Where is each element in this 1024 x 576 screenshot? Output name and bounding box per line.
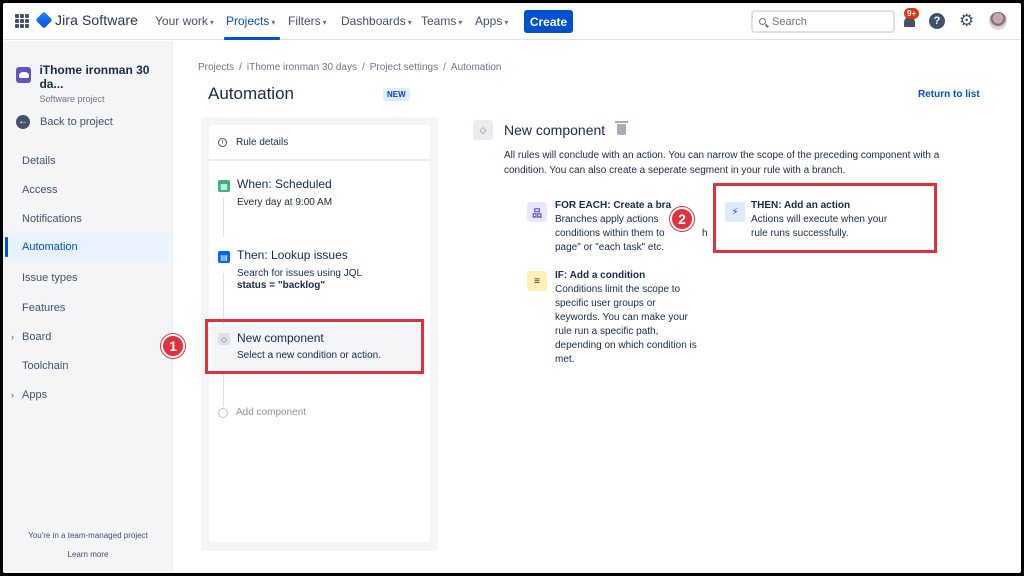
annotation-marker-2: 2 [670,207,694,231]
back-to-project-link[interactable]: ← Back to project [16,115,113,129]
chevron-down-icon: ▾ [504,18,509,27]
annotation-highlight-1 [205,319,424,374]
add-component-dot-icon [218,408,228,418]
learn-more-link[interactable]: Learn more [3,550,173,559]
option-for-each-desc-3: page" or "each task" etc. [555,242,665,253]
return-to-list-link[interactable]: Return to list [918,89,980,100]
trigger-step-subtitle: Every day at 9:00 AM [237,197,333,208]
info-icon: i [218,138,227,147]
trash-icon[interactable] [615,121,628,135]
chevron-down-icon: ▾ [322,18,327,27]
search-field[interactable] [751,10,895,33]
arrow-left-icon: ← [16,115,30,129]
project-type: Software project [39,94,105,104]
nav-teams[interactable]: Teams ▾ [421,14,462,28]
option-if-desc-2: specific user groups or [555,298,656,309]
avatar[interactable] [989,12,1007,30]
component-panel-title: New component [504,122,606,138]
product-name: Jira Software [55,12,138,28]
notifications-button[interactable]: 9+ [901,8,920,30]
connector-line [223,197,224,237]
option-if-desc-3: keywords. You can make your [555,312,688,323]
chevron-down-icon: ▾ [407,18,412,27]
nav-filters[interactable]: Filters ▾ [288,14,327,28]
breadcrumb-projects[interactable]: Projects [198,62,234,73]
option-if-desc-1: Conditions limit the scope to [555,284,681,295]
breadcrumb: Projects / iThome ironman 30 days / Project … [198,62,502,73]
add-component-link[interactable]: Add component [236,407,306,418]
divider [209,159,430,161]
component-icon: ◇ [473,120,493,140]
chevron-right-icon: › [11,332,14,342]
nav-apps[interactable]: Apps ▾ [475,14,508,28]
filter-icon[interactable]: ≡ [527,271,547,291]
nav-dashboards[interactable]: Dashboards ▾ [341,14,412,28]
team-managed-note: You're in a team-managed project [28,531,148,540]
sidebar-item-notifications[interactable]: Notifications [3,205,169,233]
sidebar: iThome ironman 30 da... Software project… [3,41,173,573]
sidebar-item-automation[interactable]: Automation [3,233,169,261]
option-for-each-desc-2: conditions within them to [555,228,665,239]
project-cloud-icon [16,67,32,83]
search-input[interactable] [772,15,882,28]
sidebar-item-features[interactable]: Features [3,294,169,322]
option-if-desc-5: depending on which condition is [555,340,697,351]
sidebar-item-toolchain[interactable]: Toolchain [3,352,169,380]
branch-icon[interactable]: 品 [527,202,547,222]
breadcrumb-automation[interactable]: Automation [451,62,502,73]
option-for-each-title[interactable]: FOR EACH: Create a bra [555,200,671,211]
rule-details-item[interactable]: i Rule details [218,137,288,148]
project-name: iThome ironman 30 da... [39,63,150,91]
option-if-title[interactable]: IF: Add a condition [555,270,645,281]
sidebar-item-details[interactable]: Details [3,147,169,175]
annotation-highlight-2 [713,183,937,253]
option-for-each-desc-1: Branches apply actions [555,214,659,225]
action-step-title[interactable]: Then: Lookup issues [237,248,348,262]
sidebar-item-issue-types[interactable]: Issue types [3,264,169,292]
breadcrumb-project[interactable]: iThome ironman 30 days [247,62,357,73]
option-if-desc-6: met. [555,354,575,365]
option-if-desc-4: rule run a specific path, [555,326,659,337]
action-step-subtitle: Search for issues using JQL [237,268,363,279]
trigger-step-title[interactable]: When: Scheduled [237,177,332,191]
app-window: Jira Software Your work ▾ Projects ▾ Filte… [3,3,1021,573]
breadcrumb-project-settings[interactable]: Project settings [370,62,438,73]
sidebar-item-access[interactable]: Access [3,176,169,204]
top-navigation: Jira Software Your work ▾ Projects ▾ Filte… [3,3,1021,40]
project-header[interactable]: iThome ironman 30 da... Software project [16,63,172,104]
gear-icon[interactable]: ⚙ [959,12,974,30]
sidebar-item-board[interactable]: › Board [3,323,169,351]
search-icon [759,18,766,25]
chevron-right-icon: › [11,390,14,400]
app-switcher-icon[interactable] [15,14,29,28]
chevron-down-icon: ▾ [271,18,276,27]
calendar-icon: ▦ [218,180,230,192]
annotation-marker-1: 1 [161,334,185,358]
new-lozenge: NEW [383,88,410,101]
chevron-down-icon: ▾ [209,18,214,27]
chevron-down-icon: ▾ [458,18,463,27]
lookup-issues-icon: ▤ [218,251,230,263]
jira-diamond-icon [35,11,53,29]
page-title: Automation [208,84,294,103]
nav-your-work[interactable]: Your work ▾ [155,14,214,28]
option-for-each-desc-tail: h [702,228,708,239]
component-description: All rules will conclude with an action. … [504,150,940,176]
nav-projects[interactable]: Projects ▾ [226,14,275,28]
sidebar-item-apps[interactable]: › Apps [3,381,169,409]
create-button[interactable]: Create [524,10,573,33]
action-step-jql: status = "backlog" [237,280,326,291]
jira-logo[interactable]: Jira Software [35,11,138,29]
notification-badge: 9+ [904,8,920,19]
help-icon[interactable]: ? [929,13,945,29]
active-nav-indicator [224,37,280,40]
